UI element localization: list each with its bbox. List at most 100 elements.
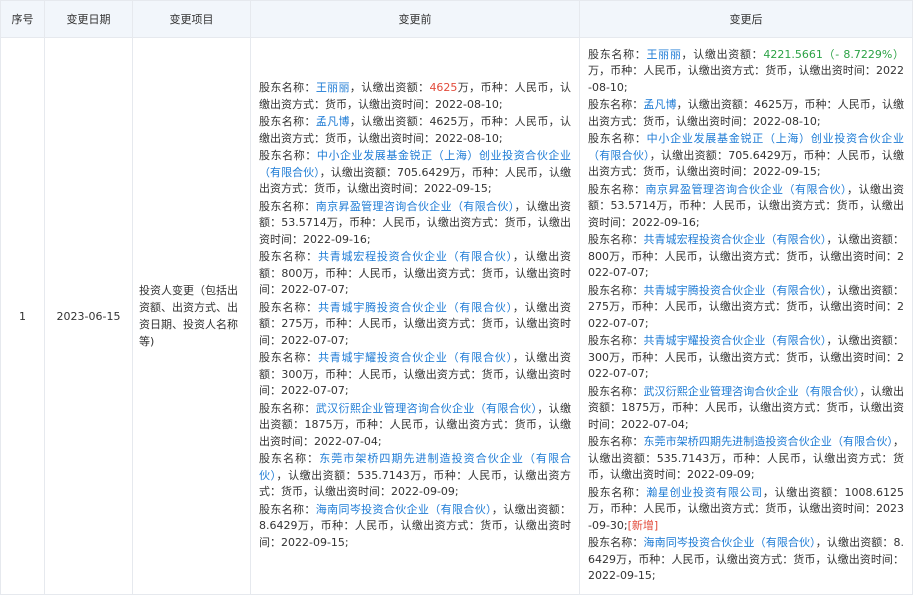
shareholder-entry: 股东名称：武汉衍熙企业管理咨询合伙企业（有限合伙），认缴出资额：1875万，币种… bbox=[259, 401, 571, 451]
shareholder-name-link[interactable]: 共青城宏程投资合伙企业（有限合伙） bbox=[643, 233, 826, 246]
shareholder-name-link[interactable]: 王丽丽 bbox=[646, 48, 681, 61]
after-cell: 股东名称：王丽丽，认缴出资额：4221.5661（- 8.7229%）万，币种：… bbox=[579, 37, 913, 595]
subscribed-amount: 53.5714 bbox=[610, 199, 657, 212]
shareholder-name-link[interactable]: 南京昇盈管理咨询合伙企业（有限合伙） bbox=[316, 200, 515, 213]
shareholder-name-link[interactable]: 南京昇盈管理咨询合伙企业（有限合伙） bbox=[646, 183, 848, 196]
subscribed-amount: 1008.6125 bbox=[844, 485, 905, 499]
shareholder-label: 股东名称： bbox=[259, 149, 317, 162]
subscribed-amount: 705.6429 bbox=[397, 165, 450, 179]
subscribed-amount: 8.6429 bbox=[259, 519, 298, 532]
shareholder-label: 股东名称： bbox=[588, 536, 644, 549]
shareholder-name-link[interactable]: 王丽丽 bbox=[316, 81, 350, 94]
shareholder-entry: 股东名称：东莞市架桥四期先进制造投资合伙企业（有限合伙），认缴出资额：535.7… bbox=[588, 434, 904, 484]
shareholder-name-link[interactable]: 东莞市架桥四期先进制造投资合伙企业（有限合伙） bbox=[643, 435, 893, 448]
row-index: 1 bbox=[0, 37, 45, 595]
shareholder-entry: 股东名称：共青城宇腾投资合伙企业（有限合伙），认缴出资额：275万，币种：人民币… bbox=[588, 283, 904, 333]
subscribed-amount: 1875 bbox=[621, 401, 650, 414]
shareholder-label: 股东名称： bbox=[588, 384, 644, 398]
shareholder-name-link[interactable]: 海南同岑投资合伙企业（有限合伙） bbox=[644, 536, 816, 549]
shareholder-entry: 股东名称：海南同岑投资合伙企业（有限合伙），认缴出资额： 8.6429万，币种：人… bbox=[259, 502, 571, 552]
shareholder-name-link[interactable]: 共青城宇耀投资合伙企业（有限合伙） bbox=[318, 351, 513, 364]
amount-label: ，认缴出资额： bbox=[491, 502, 572, 516]
row-item: 投资人变更（包括出资额、出资方式、出资日期、投资人名称等) bbox=[132, 37, 251, 595]
shareholder-name-link[interactable]: 共青城宇耀投资合伙企业（有限合伙） bbox=[643, 334, 826, 347]
subscribed-amount: 4625 bbox=[754, 98, 783, 111]
header-date: 变更日期 bbox=[44, 0, 133, 38]
subscribed-amount: 275 bbox=[281, 317, 303, 330]
shareholder-entry: 股东名称：海南同岑投资合伙企业（有限合伙），认缴出资额：8.6429万，币种：人… bbox=[588, 535, 904, 585]
amount-label: ，认缴出资额： bbox=[826, 233, 905, 246]
shareholder-name-link[interactable]: 共青城宇腾投资合伙企业（有限合伙） bbox=[643, 284, 826, 297]
shareholder-label: 股东名称： bbox=[588, 283, 644, 297]
shareholder-label: 股东名称： bbox=[588, 47, 647, 61]
shareholder-label: 股东名称： bbox=[259, 250, 318, 263]
shareholder-entry: 股东名称：共青城宇耀投资合伙企业（有限合伙），认缴出资额：300万，币种：人民币… bbox=[259, 350, 571, 400]
shareholder-name-link[interactable]: 海南同岑投资合伙企业（有限合伙） bbox=[316, 503, 492, 516]
shareholder-label: 股东名称： bbox=[588, 132, 647, 145]
shareholder-label: 股东名称： bbox=[588, 182, 646, 196]
shareholder-details: 万，币种：人民币，认缴出资方式：货币，认缴出资时间：2022-07-07; bbox=[588, 350, 904, 381]
shareholder-details: 万，币种：人民币，认缴出资方式：货币，认缴出资时间：2022-07-07; bbox=[259, 266, 572, 297]
shareholder-name-link[interactable]: 孟凡博 bbox=[316, 115, 350, 128]
shareholder-label: 股东名称： bbox=[259, 401, 316, 415]
header-before: 变更前 bbox=[250, 0, 580, 38]
shareholder-label: 股东名称： bbox=[259, 115, 316, 128]
shareholder-label: 股东名称： bbox=[588, 98, 644, 111]
subscribed-amount: 535.7143 bbox=[656, 451, 710, 465]
subscribed-amount: 275 bbox=[588, 300, 609, 313]
shareholder-label: 股东名称： bbox=[588, 435, 644, 448]
subscribed-amount: 535.7143 bbox=[357, 468, 410, 482]
table-header-row: 序号 变更日期 变更项目 变更前 变更后 bbox=[0, 0, 913, 38]
change-record-table: 序号 变更日期 变更项目 变更前 变更后 1 2023-06-15 投资人变更（… bbox=[0, 0, 913, 595]
subscribed-amount: 4221.5661（- 8.7229%） bbox=[763, 47, 905, 61]
shareholder-details: 万，币种：人民币，认缴出资方式：货币，认缴出资时间：2022-07-07; bbox=[588, 249, 904, 280]
row-date: 2023-06-15 bbox=[44, 37, 133, 595]
shareholder-entry: 股东名称：中小企业发展基金锐正（上海）创业投资合伙企业（有限合伙），认缴出资额：… bbox=[588, 131, 904, 181]
shareholder-entry: 股东名称：共青城宇腾投资合伙企业（有限合伙），认缴出资额：275万，币种：人民币… bbox=[259, 300, 571, 350]
shareholder-details: 万，币种：人民币，认缴出资方式：货币，认缴出资时间：2022-07-07; bbox=[259, 317, 572, 347]
amount-label: ，认缴出资额： bbox=[349, 115, 430, 128]
shareholder-label: 股东名称： bbox=[259, 199, 316, 213]
shareholder-entry: 股东名称：王丽丽，认缴出资额：4625万，币种：人民币，认缴出资方式：货币，认缴… bbox=[259, 80, 571, 113]
subscribed-amount: 705.6429 bbox=[728, 148, 781, 162]
subscribed-amount: 300 bbox=[588, 350, 609, 364]
amount-label: ，认缴出资额： bbox=[826, 283, 905, 297]
amount-label: ，认缴出资额： bbox=[681, 47, 764, 61]
amount-label: ，认缴出资额： bbox=[676, 98, 755, 111]
shareholder-entry: 股东名称：东莞市架桥四期先进制造投资合伙企业（有限合伙），认缴出资额：535.7… bbox=[259, 451, 571, 501]
shareholder-entry: 股东名称：中小企业发展基金锐正（上海）创业投资合伙企业（有限合伙），认缴出资额：… bbox=[259, 148, 571, 198]
shareholder-details: 万，币种：人民币，认缴出资方式：货币，认缴出资时间：2022-09-15; bbox=[588, 552, 904, 583]
subscribed-amount: 53.5714 bbox=[281, 216, 327, 229]
amount-label: ，认缴出资额： bbox=[349, 81, 430, 94]
subscribed-amount: 1875 bbox=[304, 418, 333, 431]
amount-label: ，认缴出资额： bbox=[762, 485, 845, 499]
shareholder-entry: 股东名称：共青城宏程投资合伙企业（有限合伙），认缴出资额：800万，币种：人民币… bbox=[259, 249, 571, 299]
shareholder-label: 股东名称： bbox=[259, 452, 320, 465]
amount-label: ，认缴出资额： bbox=[276, 468, 358, 482]
shareholder-name-link[interactable]: 共青城宇腾投资合伙企业（有限合伙） bbox=[318, 301, 513, 314]
shareholder-label: 股东名称： bbox=[588, 233, 644, 246]
shareholder-name-link[interactable]: 孟凡博 bbox=[643, 98, 676, 111]
shareholder-name-link[interactable]: 瀚星创业投资有限公司 bbox=[646, 486, 763, 499]
amount-label: ，认缴出资额： bbox=[826, 334, 905, 347]
shareholder-details: 万，币种：人民币，认缴出资方式：货币，认缴出资时间：2022-08-10; bbox=[588, 64, 904, 94]
shareholder-entry: 股东名称：共青城宏程投资合伙企业（有限合伙），认缴出资额：800万，币种：人民币… bbox=[588, 232, 904, 282]
amount-label: ，认缴出资额： bbox=[649, 148, 729, 162]
shareholder-name-link[interactable]: 武汉衍熙企业管理咨询合伙企业（有限合伙） bbox=[643, 385, 859, 398]
subscribed-amount: 4625 bbox=[429, 115, 458, 128]
header-after: 变更后 bbox=[579, 0, 913, 38]
shareholder-label: 股东名称： bbox=[588, 485, 647, 499]
shareholder-label: 股东名称： bbox=[259, 502, 316, 516]
shareholder-label: 股东名称： bbox=[588, 334, 644, 347]
subscribed-amount: 300 bbox=[281, 367, 303, 381]
shareholder-label: 股东名称： bbox=[259, 351, 318, 364]
shareholder-details: 万，币种：人民币，认缴出资方式：货币，认缴出资时间：2022-09-15; bbox=[259, 519, 571, 549]
shareholder-name-link[interactable]: 共青城宏程投资合伙企业（有限合伙） bbox=[318, 250, 513, 263]
shareholder-entry: 股东名称：孟凡博，认缴出资额：4625万，币种：人民币，认缴出资方式：货币，认缴… bbox=[588, 97, 904, 130]
shareholder-details: 万，币种：人民币，认缴出资方式：货币，认缴出资时间：2022-07-07; bbox=[259, 367, 572, 398]
shareholder-entry: 股东名称：南京昇盈管理咨询合伙企业（有限合伙），认缴出资额：53.5714万，币… bbox=[588, 182, 904, 232]
shareholder-entry: 股东名称：瀚星创业投资有限公司，认缴出资额：1008.6125万，币种：人民币，… bbox=[588, 485, 904, 535]
shareholder-entry: 股东名称：孟凡博，认缴出资额：4625万，币种：人民币，认缴出资方式：货币，认缴… bbox=[259, 114, 571, 147]
shareholder-name-link[interactable]: 武汉衍熙企业管理咨询合伙企业（有限合伙） bbox=[316, 402, 538, 415]
shareholder-label: 股东名称： bbox=[259, 81, 316, 94]
